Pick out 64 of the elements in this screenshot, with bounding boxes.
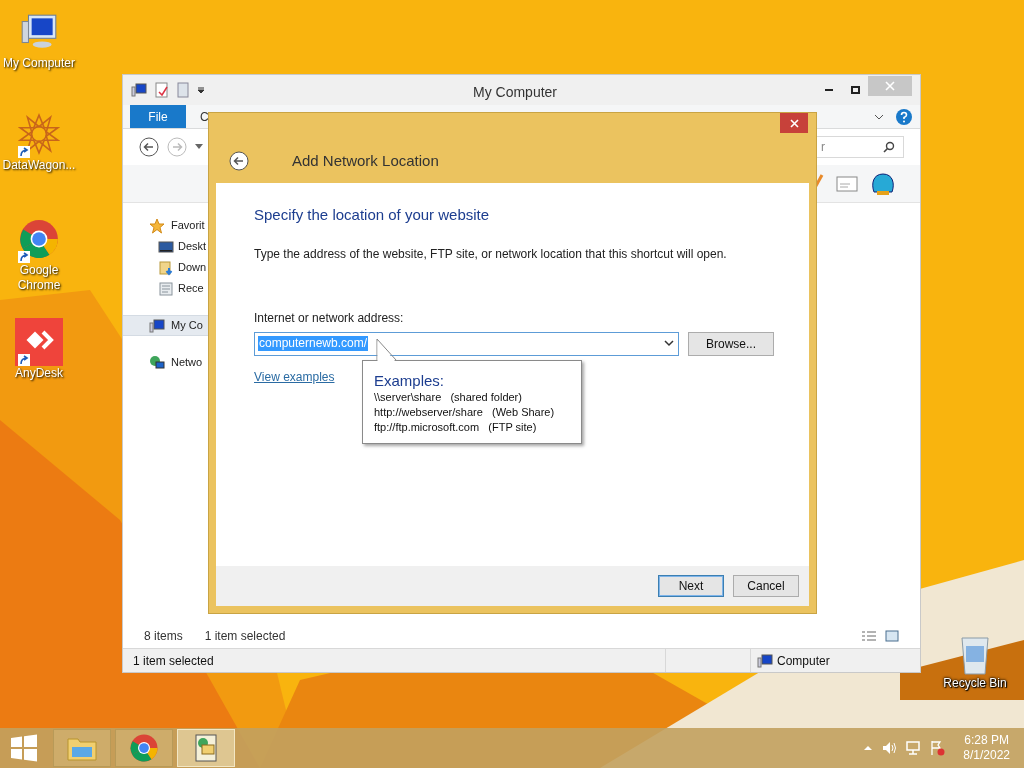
desktop-icon — [158, 238, 174, 255]
computer-icon — [131, 82, 147, 98]
flag-icon[interactable] — [929, 740, 946, 756]
show-hidden-icons-icon[interactable] — [863, 745, 874, 751]
cancel-button[interactable]: Cancel — [733, 575, 799, 597]
speaker-icon[interactable] — [881, 740, 898, 756]
nav-item[interactable]: Deskt — [131, 236, 207, 257]
selection-count: 1 item selected — [204, 628, 286, 645]
download-folder-icon — [158, 259, 174, 276]
expand-ribbon-icon[interactable] — [874, 112, 884, 121]
clock-time: 6:28 PM — [964, 733, 1009, 748]
desktop-icon-label[interactable]: Recycle Bin — [943, 676, 1007, 691]
status-text: 1 item selected — [132, 652, 215, 670]
nav-item[interactable]: Netwo — [131, 352, 207, 373]
chrome-icon[interactable] — [129, 733, 159, 763]
tooltip-title: Examples: — [374, 371, 446, 390]
network-location-app-icon[interactable] — [192, 733, 220, 763]
ribbon-tab[interactable]: File — [130, 105, 186, 128]
details-view-icon[interactable] — [861, 630, 877, 642]
anydesk-icon — [15, 317, 63, 367]
status-location: Computer — [777, 652, 830, 670]
shell-icon[interactable] — [870, 171, 896, 196]
start-icon[interactable] — [10, 734, 38, 762]
nav-item[interactable]: Favorit — [131, 215, 207, 236]
thumbnail-view-icon[interactable] — [885, 630, 899, 642]
tooltip-line: http://webserver/share (Web Share) — [374, 405, 556, 420]
back-icon[interactable] — [139, 137, 159, 157]
next-button[interactable]: Next — [658, 575, 724, 597]
close-icon[interactable] — [789, 118, 799, 128]
star-icon — [149, 217, 165, 234]
back-icon[interactable] — [229, 151, 249, 171]
tooltip-line: ftp://ftp.microsoft.com (FTP site) — [374, 420, 538, 435]
dropdown-icon[interactable] — [197, 86, 205, 94]
forward-icon[interactable] — [167, 137, 187, 157]
address-label: Internet or network address: — [254, 309, 405, 327]
dialog-heading: Specify the location of your website — [254, 205, 491, 225]
star-pattern-icon — [18, 113, 60, 155]
folder-icon[interactable] — [67, 735, 97, 761]
dropdown-icon[interactable] — [664, 340, 674, 347]
properties-icon[interactable] — [155, 82, 169, 98]
search-icon — [883, 141, 895, 153]
network-icon — [149, 354, 165, 371]
computer-icon — [149, 317, 165, 334]
window-title: My Computer — [473, 83, 558, 102]
clock-date: 8/1/2022 — [963, 748, 1010, 763]
item-count: 8 items — [144, 628, 183, 645]
taskbar-button[interactable] — [53, 729, 111, 767]
help-icon[interactable] — [896, 108, 912, 125]
taskbar-button[interactable] — [115, 729, 173, 767]
computer-icon — [757, 652, 773, 669]
network-icon[interactable] — [905, 740, 922, 756]
dropdown-icon[interactable] — [195, 144, 203, 150]
new-folder-icon[interactable] — [177, 82, 189, 98]
dialog-description: Type the address of the website, FTP site, or network location that this shortcut will open. — [254, 245, 728, 263]
recent-places-icon — [158, 280, 174, 297]
tooltip-line: \\server\share (shared folder) — [374, 390, 523, 405]
dialog-title: Add Network Location — [292, 150, 439, 171]
nav-item[interactable]: Rece — [131, 278, 207, 299]
nav-item[interactable]: Down — [131, 257, 207, 278]
browse-button[interactable]: Browse... — [688, 331, 774, 356]
view-examples-link[interactable]: View examples — [254, 367, 335, 386]
close-button[interactable] — [780, 113, 808, 133]
chrome-icon — [18, 218, 60, 260]
card-icon[interactable] — [836, 175, 858, 192]
